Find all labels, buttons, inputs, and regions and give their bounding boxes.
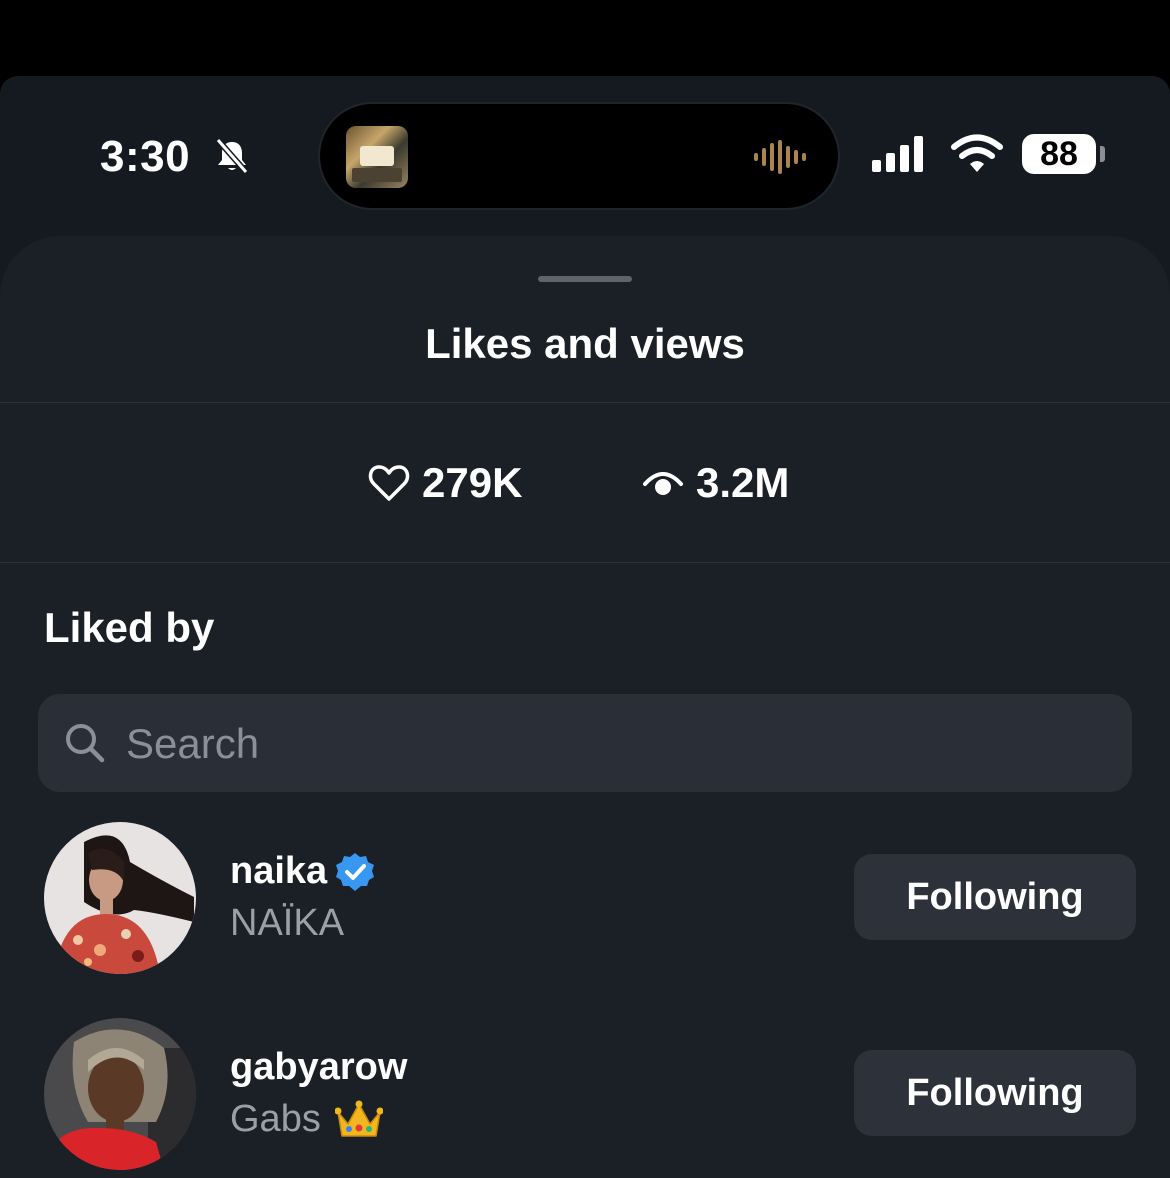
liked-by-heading: Liked by	[44, 604, 215, 651]
likes-sheet: Likes and views 279K 3.2M Liked by Searc…	[0, 236, 1170, 1178]
bell-slash-icon	[215, 138, 249, 174]
avatar[interactable]	[44, 822, 196, 974]
heart-icon	[368, 465, 410, 501]
likes-count: 279K	[422, 459, 523, 506]
now-playing-artwork[interactable]	[346, 126, 408, 188]
views-stat: 3.2M	[642, 458, 789, 508]
search-placeholder: Search	[126, 720, 260, 767]
wifi-icon	[951, 134, 1003, 172]
avatar[interactable]	[44, 1018, 196, 1170]
verified-badge-icon	[336, 852, 375, 891]
likes-stat: 279K	[368, 458, 522, 508]
username-text: gabyarow	[230, 1046, 408, 1088]
avatar-photo	[44, 1018, 196, 1170]
full-name-text: Gabs	[230, 1098, 321, 1140]
views-count: 3.2M	[696, 459, 790, 506]
phone-screen: 3:30 88 Likes and views 279K 3.2M Liked …	[0, 76, 1170, 1178]
user-full-name: NAÏKA	[230, 902, 344, 945]
crown-icon	[334, 1100, 383, 1137]
eye-icon	[643, 472, 683, 495]
dynamic-island[interactable]	[320, 104, 838, 208]
user-handle[interactable]: gabyarow	[230, 1046, 407, 1089]
user-row[interactable]: naika NAÏKA Following	[0, 822, 1170, 982]
username-text: naika	[230, 850, 328, 892]
artwork-base	[352, 168, 402, 182]
cellular-signal-icon	[872, 136, 923, 172]
following-button[interactable]: Following	[854, 1050, 1136, 1136]
status-time: 3:30	[100, 132, 191, 181]
user-full-name: Gabs	[230, 1098, 383, 1141]
artwork-plate	[360, 146, 394, 166]
search-icon	[66, 724, 105, 763]
audio-waveform-icon	[754, 140, 806, 174]
user-row[interactable]: gabyarow Gabs Following	[0, 1018, 1170, 1178]
avatar-photo	[44, 822, 196, 974]
sheet-title: Likes and views	[425, 320, 745, 367]
user-handle[interactable]: naika	[230, 850, 375, 893]
divider	[0, 562, 1170, 563]
full-name-text: NAÏKA	[230, 902, 345, 944]
divider	[0, 402, 1170, 403]
following-button[interactable]: Following	[854, 854, 1136, 940]
battery-terminal	[1100, 146, 1105, 162]
sheet-grabber[interactable]	[538, 276, 632, 282]
battery-indicator: 88	[1022, 134, 1096, 174]
search-field[interactable]: Search	[38, 694, 1132, 792]
